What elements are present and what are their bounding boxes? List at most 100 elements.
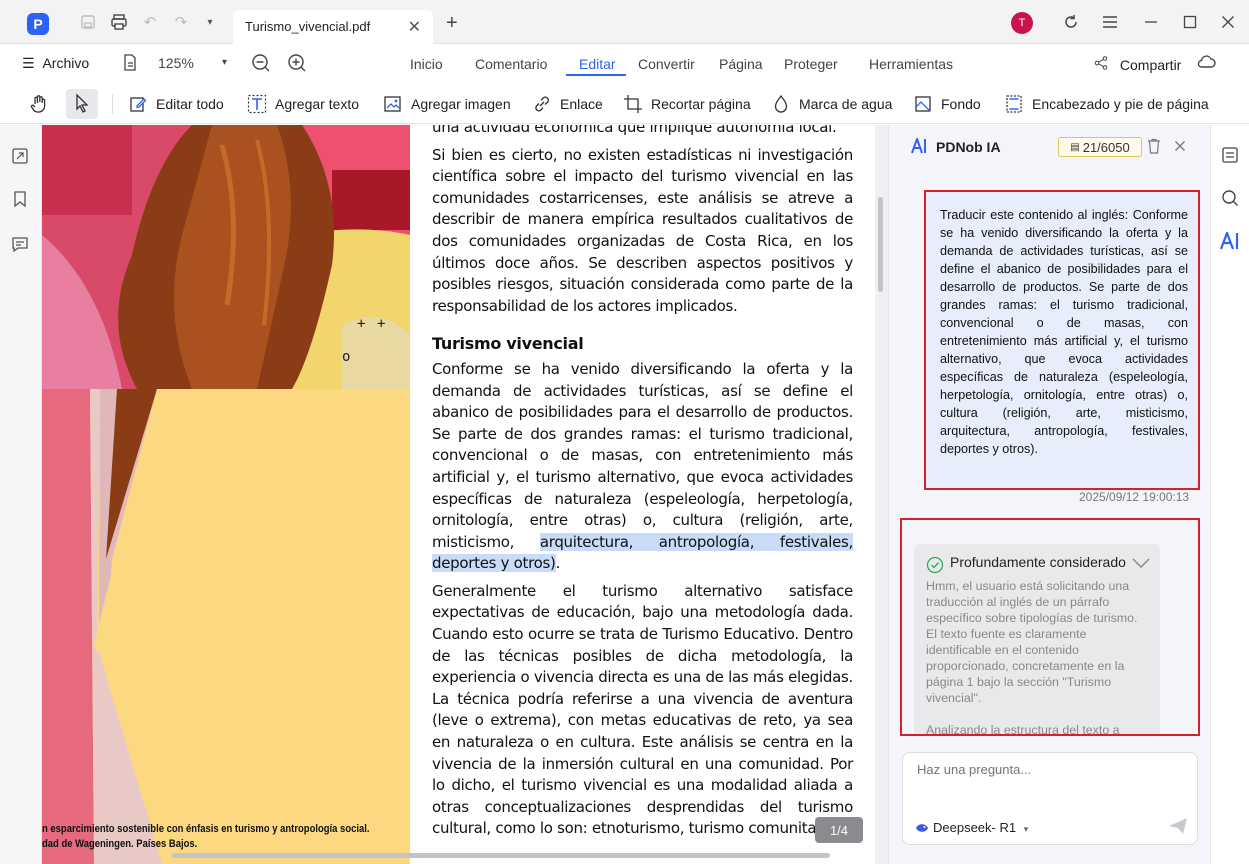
model-name: Deepseek- R1 bbox=[933, 820, 1017, 835]
tab-comentario[interactable]: Comentario bbox=[475, 56, 547, 72]
add-image-button[interactable]: Agregar imagen bbox=[383, 93, 511, 115]
file-menu-label: Archivo bbox=[42, 55, 90, 71]
tab-proteger[interactable]: Proteger bbox=[784, 56, 838, 72]
usage-counter: ▤ 21/6050 bbox=[1058, 137, 1142, 157]
caption-line-1: n esparcimiento sostenible con énfasis e… bbox=[42, 823, 370, 835]
hand-icon bbox=[29, 94, 49, 114]
properties-icon[interactable] bbox=[1221, 146, 1239, 169]
cloud-icon[interactable] bbox=[1196, 54, 1216, 73]
add-text-button[interactable]: Agregar texto bbox=[247, 93, 359, 115]
chat-question-input[interactable] bbox=[917, 762, 1177, 777]
zoom-out-icon[interactable] bbox=[251, 53, 271, 76]
paragraph-turismo-alternativo: Generalmente el turismo alternativo sati… bbox=[432, 581, 853, 838]
hamburger-menu-icon[interactable] bbox=[1100, 12, 1120, 32]
toolbar-divider bbox=[112, 94, 113, 114]
menu-lines-icon: ☰ bbox=[22, 55, 35, 71]
text-column[interactable]: una actividad económica que implique aut… bbox=[432, 125, 853, 846]
select-tool[interactable] bbox=[66, 89, 98, 119]
maximize-icon[interactable] bbox=[1180, 12, 1200, 32]
check-circle-icon bbox=[926, 556, 944, 579]
tab-herramientas[interactable]: Herramientas bbox=[869, 56, 953, 72]
counter-icon: ▤ bbox=[1070, 141, 1080, 153]
sync-icon[interactable] bbox=[1061, 12, 1081, 32]
file-menu[interactable]: ☰ Archivo bbox=[22, 55, 89, 72]
ai-panel-header: PDNob IA ▤ 21/6050 bbox=[889, 125, 1211, 169]
background-button[interactable]: Fondo bbox=[913, 93, 981, 115]
edit-icon bbox=[128, 94, 148, 114]
chevron-down-icon: ▾ bbox=[222, 57, 228, 68]
edit-toolbar: Editar todo Agregar texto Agregar imagen… bbox=[0, 84, 1249, 124]
tab-convertir[interactable]: Convertir bbox=[638, 56, 695, 72]
svg-text:o: o bbox=[342, 349, 350, 365]
close-panel-icon[interactable] bbox=[1174, 139, 1186, 157]
tab-pagina[interactable]: Página bbox=[719, 56, 763, 72]
close-window-icon[interactable] bbox=[1218, 12, 1238, 32]
header-footer-button[interactable]: Encabezado y pie de página bbox=[1004, 93, 1209, 115]
print-icon[interactable] bbox=[109, 12, 129, 32]
page-view-icon[interactable] bbox=[122, 54, 138, 75]
thinking-text: Hmm, el usuario está solicitando una tra… bbox=[926, 578, 1150, 734]
paragraph-turismo-vivencial: Conforme se ha venido diversificando la … bbox=[432, 359, 853, 575]
bookmark-icon[interactable] bbox=[11, 190, 31, 210]
model-selector[interactable]: Deepseek- R1 ▾ bbox=[933, 820, 1028, 835]
user-message-text: Traducir este contenido al inglés: Confo… bbox=[940, 208, 1188, 456]
title-bar: P ↶ ↷ ▾ Turismo_vivencial.pdf ✕ + T bbox=[0, 0, 1249, 44]
chevron-down-icon: ▾ bbox=[1023, 824, 1029, 834]
counter-value: 21/6050 bbox=[1082, 139, 1130, 155]
share-icon bbox=[1094, 56, 1110, 73]
link-button[interactable]: Enlace bbox=[532, 93, 603, 115]
avatar[interactable]: T bbox=[1011, 12, 1033, 34]
ai-assistant-icon[interactable] bbox=[1219, 229, 1241, 255]
vertical-scrollbar[interactable] bbox=[878, 197, 883, 292]
pdf-page[interactable]: + o + n esparcimiento sostenible con énf… bbox=[42, 125, 875, 864]
left-sidebar bbox=[0, 125, 42, 864]
send-icon[interactable] bbox=[1168, 817, 1188, 840]
thinking-block[interactable]: Profundamente considerado Hmm, el usuari… bbox=[914, 544, 1160, 734]
app-logo: P bbox=[27, 13, 49, 35]
zoom-in-icon[interactable] bbox=[287, 53, 307, 76]
section-heading: Turismo vivencial bbox=[432, 334, 584, 354]
document-tab[interactable]: Turismo_vivencial.pdf ✕ bbox=[233, 10, 433, 44]
page-decorative-art bbox=[42, 389, 410, 864]
watermark-drop-icon bbox=[771, 94, 791, 114]
thinking-paragraph: Hmm, el usuario está solicitando una tra… bbox=[926, 579, 1138, 705]
share-button[interactable]: Compartir bbox=[1094, 56, 1181, 73]
paragraph-end: . bbox=[555, 554, 561, 573]
collapse-chevron-icon[interactable] bbox=[1132, 556, 1150, 574]
tab-editar[interactable]: Editar bbox=[579, 56, 616, 72]
search-icon[interactable] bbox=[1221, 189, 1239, 212]
header-footer-label: Encabezado y pie de página bbox=[1032, 96, 1209, 112]
header-footer-icon bbox=[1004, 94, 1024, 114]
crop-icon bbox=[623, 94, 643, 114]
watermark-button[interactable]: Marca de agua bbox=[771, 93, 892, 115]
redo-icon[interactable]: ↷ bbox=[171, 12, 191, 32]
watermark-label: Marca de agua bbox=[799, 96, 893, 112]
svg-text:+: + bbox=[377, 316, 385, 332]
ai-assistant-panel: PDNob IA ▤ 21/6050 Traducir este conteni… bbox=[888, 125, 1210, 864]
edit-all-button[interactable]: Editar todo bbox=[128, 93, 224, 115]
thumbnails-icon[interactable] bbox=[11, 147, 31, 167]
trash-icon[interactable] bbox=[1147, 138, 1161, 159]
ai-response-container: Profundamente considerado Hmm, el usuari… bbox=[900, 518, 1200, 736]
crop-page-button[interactable]: Recortar página bbox=[623, 93, 751, 115]
new-tab-icon[interactable]: + bbox=[446, 12, 458, 35]
comments-icon[interactable] bbox=[11, 235, 31, 255]
active-tab-indicator bbox=[566, 74, 626, 76]
horizontal-scrollbar[interactable] bbox=[172, 853, 830, 858]
background-icon bbox=[913, 94, 933, 114]
minimize-icon[interactable] bbox=[1141, 12, 1161, 32]
ai-logo-icon bbox=[911, 136, 929, 158]
tab-inicio[interactable]: Inicio bbox=[410, 56, 443, 72]
zoom-select[interactable]: 125% ▾ bbox=[158, 55, 227, 71]
document-viewer[interactable]: + o + n esparcimiento sostenible con énf… bbox=[42, 125, 888, 864]
undo-icon[interactable]: ↶ bbox=[140, 12, 160, 32]
save-icon[interactable] bbox=[78, 12, 98, 32]
image-caption: n esparcimiento sostenible con énfasis e… bbox=[42, 822, 370, 852]
cursor-arrow-icon bbox=[74, 92, 90, 116]
hand-tool[interactable] bbox=[29, 93, 57, 115]
chat-input-box: Deepseek- R1 ▾ bbox=[902, 752, 1198, 845]
close-tab-icon[interactable]: ✕ bbox=[408, 17, 421, 37]
quick-access-dropdown-icon[interactable]: ▾ bbox=[200, 12, 220, 32]
crop-page-label: Recortar página bbox=[651, 96, 751, 112]
menu-bar: ☰ Archivo 125% ▾ Inicio Comentario Edita… bbox=[0, 44, 1249, 84]
